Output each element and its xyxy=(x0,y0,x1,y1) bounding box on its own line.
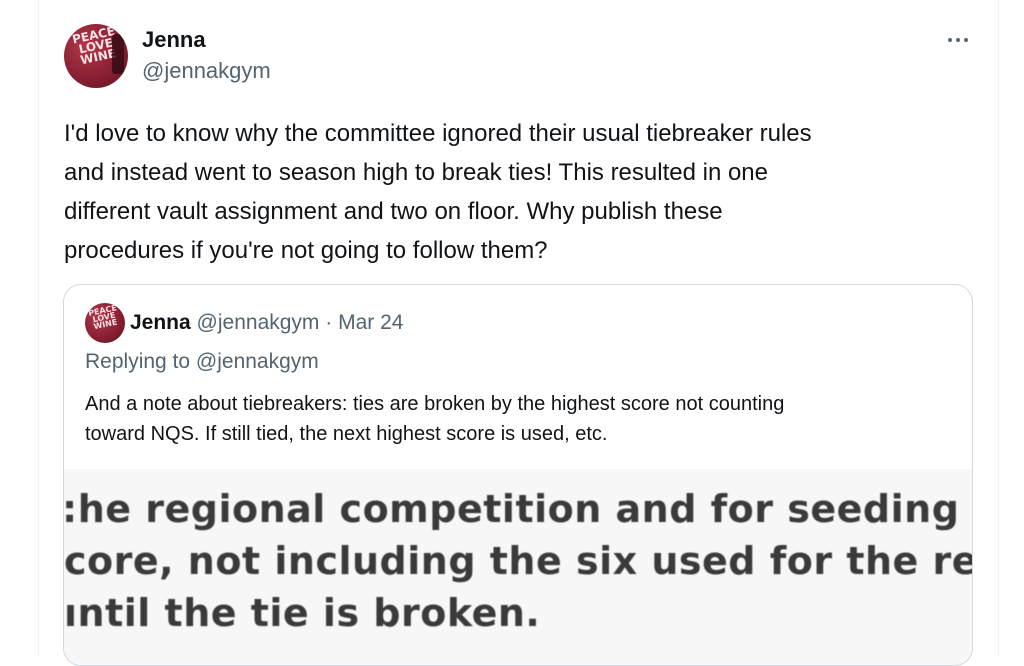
replying-to-label: Replying to xyxy=(85,350,191,373)
quoted-tweet-header: Jenna @jennakgym · Mar 24 xyxy=(130,311,403,335)
replying-to-line: Replying to @jennakgym xyxy=(85,350,319,374)
author-handle[interactable]: @jennakgym xyxy=(142,58,271,84)
more-options-button[interactable] xyxy=(944,26,972,54)
image-text-line: :he regional competition and for seeding… xyxy=(64,487,972,531)
tweet-text: I'd love to know why the committee ignor… xyxy=(64,120,812,264)
replying-to-mention: @jennakgym xyxy=(195,350,319,373)
more-horizontal-icon xyxy=(948,38,952,42)
header-separator: · xyxy=(325,311,333,334)
author-avatar[interactable]: PEACE LOVE WINE xyxy=(64,24,128,88)
quoted-tweet-date: Mar 24 xyxy=(338,311,404,334)
timeline-border-left xyxy=(38,0,39,655)
image-text-line: core, not including the six used for the… xyxy=(64,539,972,583)
more-horizontal-icon-dot xyxy=(956,38,960,42)
quoted-author-handle: @jennakgym xyxy=(196,311,320,334)
quoted-tweet-card[interactable]: PEACE LOVE WINE Jenna @jennakgym · Mar 2… xyxy=(63,284,973,666)
quoted-author-name: Jenna xyxy=(130,311,191,334)
wine-glass-icon xyxy=(112,34,124,74)
more-horizontal-icon-dot xyxy=(964,38,968,42)
timeline-border-right xyxy=(998,0,999,655)
quoted-tweet-image[interactable]: :he regional competition and for seeding… xyxy=(64,469,972,665)
author-name[interactable]: Jenna xyxy=(142,27,206,53)
avatar-logo-text: PEACE LOVE WINE xyxy=(87,303,119,332)
quoted-tweet-text: And a note about tiebreakers: ties are b… xyxy=(85,393,785,445)
quoted-author-avatar: PEACE LOVE WINE xyxy=(85,303,125,343)
image-text-line: ıntil the tie is broken. xyxy=(64,591,541,635)
